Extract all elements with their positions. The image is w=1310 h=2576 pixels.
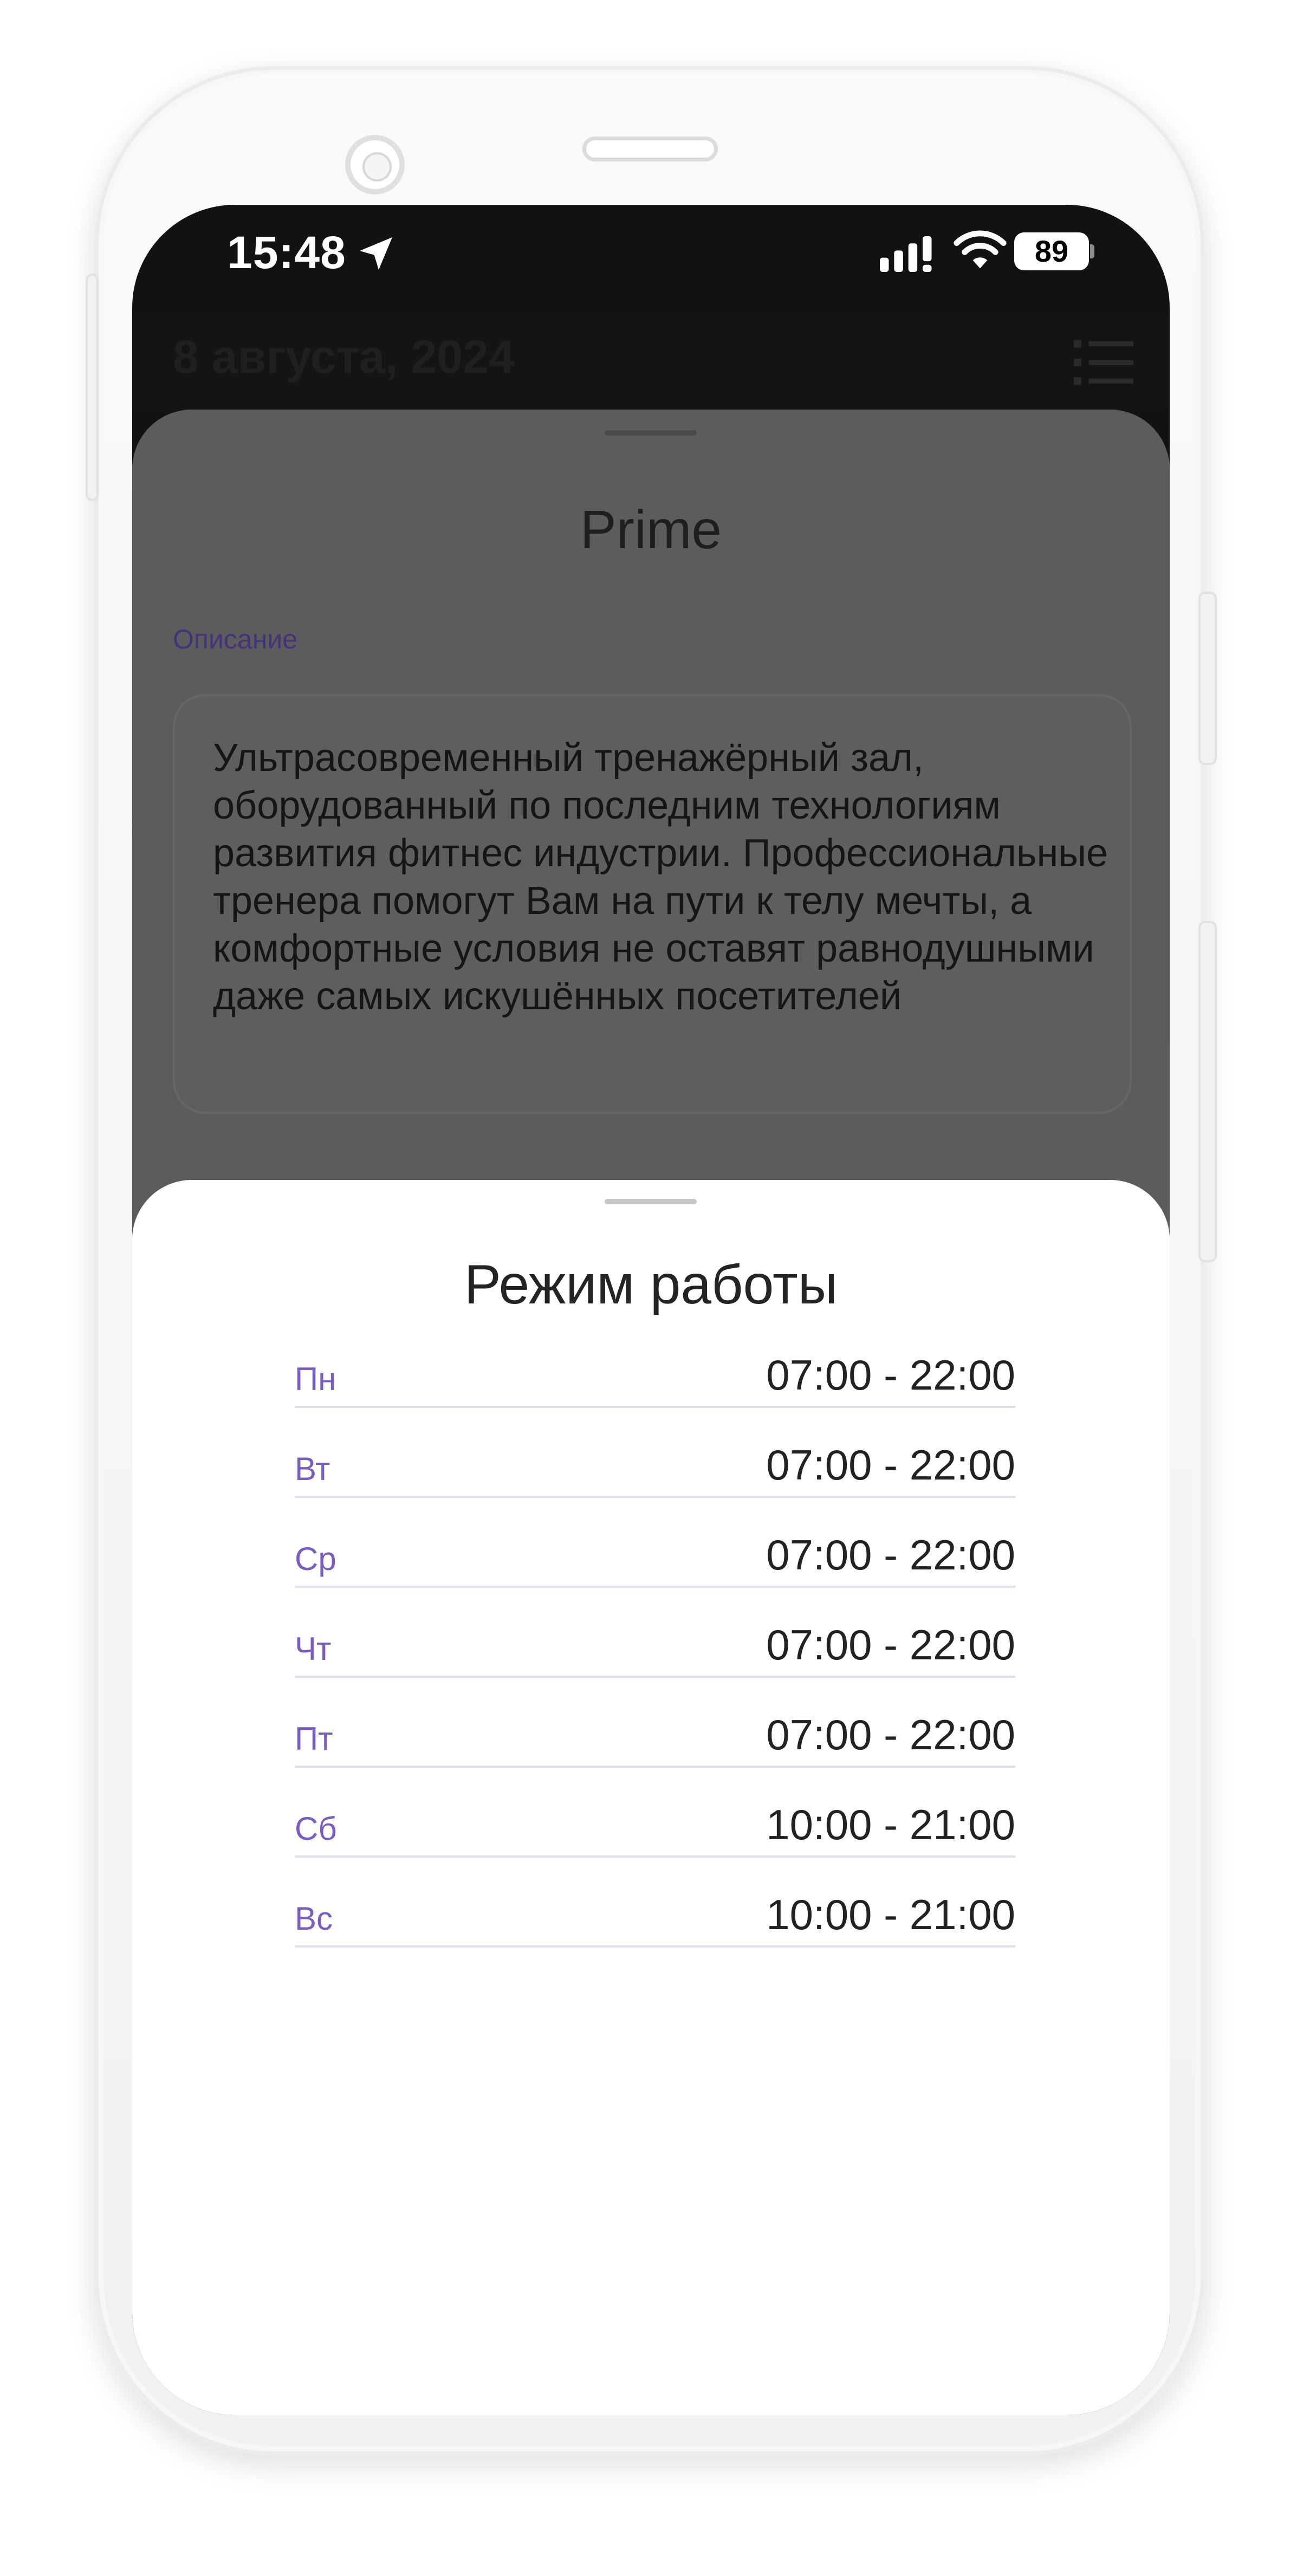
battery-icon: 89 [1014,232,1094,270]
hours-value: 07:00 - 22:00 [766,1711,1015,1759]
row-divider [295,1676,1015,1678]
wifi-icon [954,230,1007,269]
day-label: Сб [295,1811,337,1847]
side-button-right-bottom [1198,921,1217,1262]
hours-value: 07:00 - 22:00 [766,1531,1015,1579]
description-text: Ультрасовременный тренажёрный зал, обору… [213,736,1108,1018]
schedule-list: Пн 07:00 - 22:00 Вт 07:00 - 22:00 Ср 07:… [295,1345,1015,1975]
hours-value: 10:00 - 21:00 [766,1801,1015,1848]
hours-value: 10:00 - 21:00 [766,1891,1015,1938]
row-divider [295,1855,1015,1858]
status-bar: 15:48 89 [132,205,1170,313]
day-label: Вс [295,1900,333,1937]
schedule-row-sunday: Вс 10:00 - 21:00 [295,1885,1015,1975]
day-label: Чт [295,1631,332,1667]
row-divider [295,1496,1015,1498]
hours-value: 07:00 - 22:00 [766,1621,1015,1669]
row-divider [295,1945,1015,1948]
cellular-signal-icon [880,236,932,272]
day-label: Ср [295,1541,336,1577]
row-divider [295,1766,1015,1768]
day-label: Вт [295,1451,330,1487]
row-divider [295,1586,1015,1588]
phone-screen: 15:48 89 8 августа, 2024 Prime Описание … [132,205,1170,2415]
day-label: Пн [295,1361,336,1397]
location-arrow-icon [360,237,392,270]
description-box: Ультрасовременный тренажёрный зал, обору… [173,694,1132,1114]
schedule-row-saturday: Сб 10:00 - 21:00 [295,1795,1015,1885]
schedule-row-monday: Пн 07:00 - 22:00 [295,1345,1015,1435]
schedule-row-tuesday: Вт 07:00 - 22:00 [295,1435,1015,1525]
front-camera [345,135,405,194]
header-date-title: 8 августа, 2024 [173,331,515,383]
venue-title: Prime [580,499,722,560]
status-time: 15:48 [227,227,346,278]
side-button-right-top [1198,592,1217,765]
day-label: Пт [295,1721,333,1757]
row-divider [295,1406,1015,1408]
schedule-title: Режим работы [464,1254,838,1315]
side-button-left [86,274,99,501]
schedule-row-thursday: Чт 07:00 - 22:00 [295,1615,1015,1705]
hours-value: 07:00 - 22:00 [766,1441,1015,1489]
schedule-sheet: Режим работы Пн 07:00 - 22:00 Вт 07:00 -… [132,1180,1170,2415]
battery-cap [1090,244,1094,258]
list-menu-icon[interactable] [1074,338,1133,387]
schedule-row-wednesday: Ср 07:00 - 22:00 [295,1525,1015,1615]
schedule-sheet-handle[interactable] [605,1199,697,1204]
battery-level: 89 [1014,232,1089,270]
earpiece-speaker [582,137,718,161]
description-label: Описание [173,624,298,654]
venue-sheet-handle[interactable] [605,430,697,436]
schedule-row-friday: Пт 07:00 - 22:00 [295,1705,1015,1795]
hours-value: 07:00 - 22:00 [766,1351,1015,1399]
